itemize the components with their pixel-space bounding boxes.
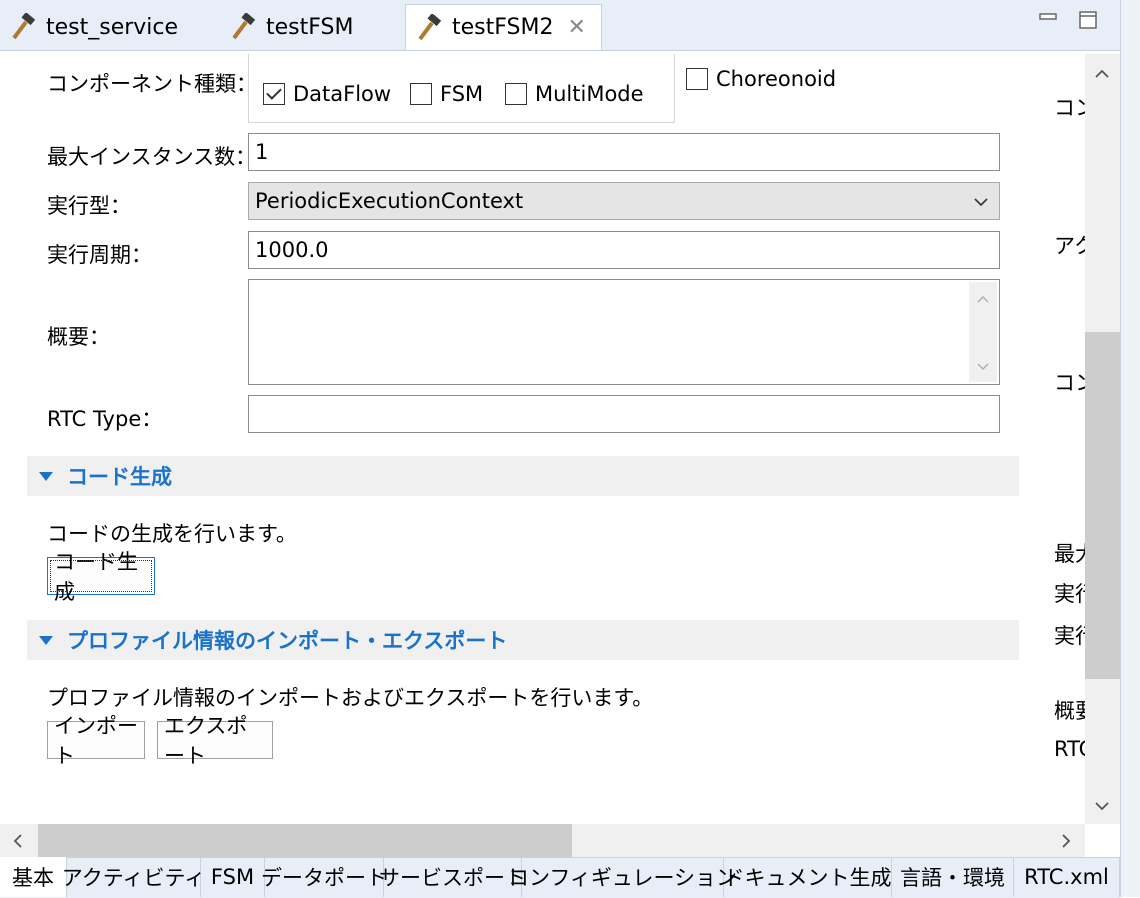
multimode-checkbox[interactable]: MultiMode	[505, 82, 644, 106]
scroll-left-icon[interactable]	[12, 833, 24, 849]
description-textarea[interactable]	[248, 279, 1000, 385]
tab-label: test_service	[46, 14, 179, 40]
editor-tab-testfsm[interactable]: testFSM	[220, 4, 406, 50]
checkbox-checked-icon	[263, 83, 285, 105]
scroll-down-icon[interactable]	[1094, 800, 1110, 812]
profile-section-header[interactable]: プロファイル情報のインポート・エクスポート	[27, 620, 1019, 660]
chevron-up-icon[interactable]	[976, 294, 990, 304]
horizontal-scrollbar-thumb[interactable]	[38, 824, 572, 857]
profile-section-title: プロファイル情報のインポート・エクスポート	[67, 629, 508, 653]
collapse-triangle-icon	[39, 471, 53, 481]
choreonoid-checkbox[interactable]: Choreonoid	[686, 67, 836, 91]
close-icon[interactable]: ✕	[567, 15, 585, 40]
tab-document-generation[interactable]: ドキュメント生成	[724, 857, 892, 897]
collapse-triangle-icon	[39, 635, 53, 645]
tab-rtc-xml[interactable]: RTC.xml	[1014, 857, 1120, 897]
scroll-right-icon[interactable]	[1060, 833, 1072, 849]
profile-description: プロファイル情報のインポートおよびエクスポートを行います。	[47, 686, 654, 710]
tab-activity[interactable]: アクティビティ	[62, 857, 205, 897]
codegen-section-title: コード生成	[67, 465, 172, 489]
editor-tab-test-service[interactable]: test_service	[0, 4, 220, 50]
codegen-button[interactable]: コード生成	[47, 550, 155, 604]
checkbox-icon	[686, 68, 708, 90]
dataflow-checkbox[interactable]: DataFlow	[263, 82, 391, 106]
chevron-down-icon	[974, 198, 988, 207]
tab-serviceport[interactable]: サービスポート	[379, 857, 526, 897]
codegen-description: コードの生成を行います。	[47, 522, 297, 546]
import-button[interactable]: インポート	[47, 714, 145, 768]
exec-type-value: PeriodicExecutionContext	[255, 189, 524, 213]
tab-configuration[interactable]: コンフィギュレーション	[508, 857, 737, 897]
exec-type-label: 実行型：	[47, 194, 131, 218]
tab-language-environment[interactable]: 言語・環境	[892, 857, 1014, 897]
vertical-scrollbar-thumb[interactable]	[1085, 332, 1120, 679]
minimize-icon[interactable]	[1038, 10, 1058, 30]
tab-fsm[interactable]: FSM	[201, 857, 265, 897]
checkbox-icon	[410, 83, 432, 105]
rtc-type-input[interactable]	[248, 395, 1000, 433]
component-type-label: コンポーネント種類：	[47, 72, 257, 96]
exec-rate-input[interactable]: 1000.0	[248, 231, 1000, 269]
hammer-icon	[12, 13, 36, 40]
checkbox-icon	[505, 83, 527, 105]
exec-type-select[interactable]: PeriodicExecutionContext	[248, 182, 1000, 220]
rtc-type-label: RTC Type：	[47, 407, 163, 431]
editor-tab-bar: test_service testFSM testFSM2 ✕	[0, 0, 1120, 51]
checkbox-label: Choreonoid	[716, 67, 837, 91]
hammer-icon	[418, 13, 442, 40]
tab-dataport[interactable]: データポート	[261, 857, 387, 897]
editor-tab-testfsm2[interactable]: testFSM2 ✕	[405, 4, 602, 50]
textarea-scrollbar[interactable]	[969, 282, 997, 382]
max-instances-input[interactable]: 1	[248, 133, 1000, 171]
tab-label: testFSM	[266, 14, 354, 40]
export-button[interactable]: エクスポート	[157, 714, 273, 768]
chevron-down-icon[interactable]	[976, 362, 990, 372]
fsm-checkbox[interactable]: FSM	[410, 82, 483, 106]
hammer-icon	[232, 13, 256, 40]
checkbox-label: DataFlow	[293, 82, 392, 106]
description-label: 概要：	[47, 325, 110, 349]
tab-basic[interactable]: 基本	[0, 857, 67, 897]
checkbox-label: FSM	[440, 82, 484, 106]
codegen-section-header[interactable]: コード生成	[27, 456, 1019, 496]
maximize-icon[interactable]	[1078, 10, 1098, 30]
right-border-strip	[1120, 0, 1140, 897]
tab-label: testFSM2	[452, 15, 554, 40]
scroll-up-icon[interactable]	[1094, 68, 1110, 80]
checkbox-label: MultiMode	[535, 82, 644, 106]
max-instances-label: 最大インスタンス数：	[47, 145, 257, 169]
exec-rate-label: 実行周期：	[47, 243, 152, 267]
